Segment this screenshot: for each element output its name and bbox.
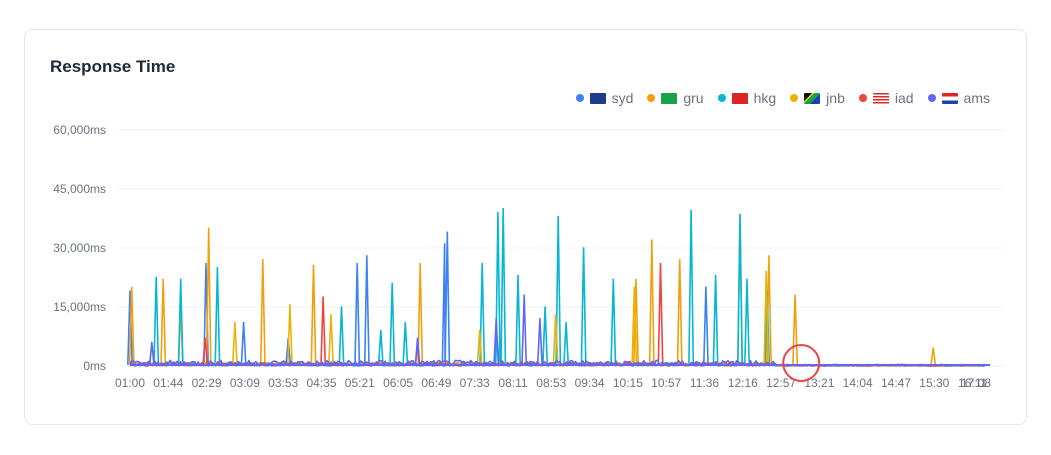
data-point-iad xyxy=(659,262,662,265)
data-point-ams xyxy=(495,318,497,320)
data-point-gru xyxy=(635,278,637,281)
x-tick-label: 10:15 xyxy=(613,376,643,390)
x-tick-label: 02:29 xyxy=(192,376,222,390)
data-point-hkg xyxy=(502,207,504,210)
data-point-hkg xyxy=(497,211,499,214)
x-tick-label: 08:11 xyxy=(498,376,527,390)
data-point-jnb xyxy=(289,304,291,306)
data-point-iad xyxy=(322,296,324,298)
data-point-gru xyxy=(678,259,681,261)
data-point-gru xyxy=(262,259,264,261)
data-point-syd xyxy=(242,321,245,324)
data-point-hkg xyxy=(155,276,158,279)
data-point-ams xyxy=(523,294,525,297)
x-tick-label: 08:53 xyxy=(536,376,566,390)
data-point-syd xyxy=(705,286,707,289)
y-tick-label: 30,000ms xyxy=(53,241,106,255)
data-point-ams xyxy=(151,341,153,344)
x-tick-label: 06:05 xyxy=(383,376,413,390)
y-tick-label: 15,000ms xyxy=(53,300,106,314)
x-tick-label: 14:47 xyxy=(881,376,911,390)
data-point-gru xyxy=(768,255,770,257)
data-point-hkg xyxy=(544,306,546,308)
data-point-jnb xyxy=(554,314,557,316)
data-point-hkg xyxy=(404,321,407,324)
data-point-gru xyxy=(130,286,133,289)
x-tick-label: 13:21 xyxy=(804,376,834,390)
data-point-ams xyxy=(539,318,541,320)
data-point-syd xyxy=(205,262,207,265)
data-point-syd xyxy=(366,255,368,257)
data-point-hkg xyxy=(557,215,560,218)
x-tick-label: 12:16 xyxy=(728,376,758,390)
x-tick-label: 05:21 xyxy=(345,376,375,390)
x-tick-label: 10:57 xyxy=(651,376,681,390)
x-tick-label: 07:33 xyxy=(460,376,490,390)
data-point-ams xyxy=(416,337,419,340)
data-point-hkg xyxy=(340,306,343,308)
response-time-chart: 0ms 15,000ms 30,000ms 45,000ms 60,000ms 01:00… xyxy=(53,123,1003,390)
x-tick-label: 06:49 xyxy=(421,376,451,390)
data-point-hkg xyxy=(517,274,519,277)
data-point-syd xyxy=(446,231,449,234)
x-tick-label: 15:30 xyxy=(919,376,949,390)
data-point-gru xyxy=(932,347,934,350)
data-point-hkg xyxy=(690,209,692,212)
data-point-syd xyxy=(356,262,359,265)
data-point-gru xyxy=(207,227,210,230)
y-tick-label: 60,000ms xyxy=(53,123,106,137)
data-point-hkg xyxy=(380,329,382,332)
annotation-circle xyxy=(782,344,821,382)
data-point-gru xyxy=(419,262,421,265)
data-point-syd xyxy=(129,290,131,293)
x-tick-label: 03:53 xyxy=(268,376,298,390)
data-point-jnb xyxy=(478,329,481,332)
data-point-gru xyxy=(312,264,315,267)
data-point-iad xyxy=(204,337,206,340)
data-point-hkg xyxy=(714,274,717,277)
data-point-hkg xyxy=(391,282,393,285)
x-tick-label: 01:00 xyxy=(115,376,145,390)
data-point-syd xyxy=(443,243,446,245)
data-point-jnb xyxy=(234,321,236,324)
data-point-hkg xyxy=(739,213,741,216)
data-point-hkg xyxy=(582,247,585,249)
x-tick-label: 14:04 xyxy=(843,376,873,390)
x-tick-label: 11:36 xyxy=(690,376,719,390)
data-point-jnb xyxy=(633,286,636,289)
data-point-hkg xyxy=(746,278,748,281)
data-point-hkg xyxy=(481,262,484,265)
data-point-hkg xyxy=(612,278,615,281)
y-tick-label: 0ms xyxy=(83,359,106,373)
data-point-hkg xyxy=(565,321,567,324)
data-point-gru xyxy=(794,294,796,297)
data-point-gru xyxy=(650,239,653,241)
data-point-hkg xyxy=(179,278,182,281)
x-tick-label: 01:44 xyxy=(153,376,183,390)
data-point-hkg xyxy=(216,266,219,269)
x-tick-label: 09:34 xyxy=(575,376,605,390)
data-point-jnb xyxy=(765,270,768,273)
x-tick-label: 03:09 xyxy=(230,376,260,390)
data-point-jnb xyxy=(330,314,332,316)
x-tick-label: 04:35 xyxy=(306,376,336,390)
x-tick-label: 17:08 xyxy=(961,376,991,390)
data-point-gru xyxy=(162,278,165,281)
y-tick-label: 45,000ms xyxy=(53,182,106,196)
